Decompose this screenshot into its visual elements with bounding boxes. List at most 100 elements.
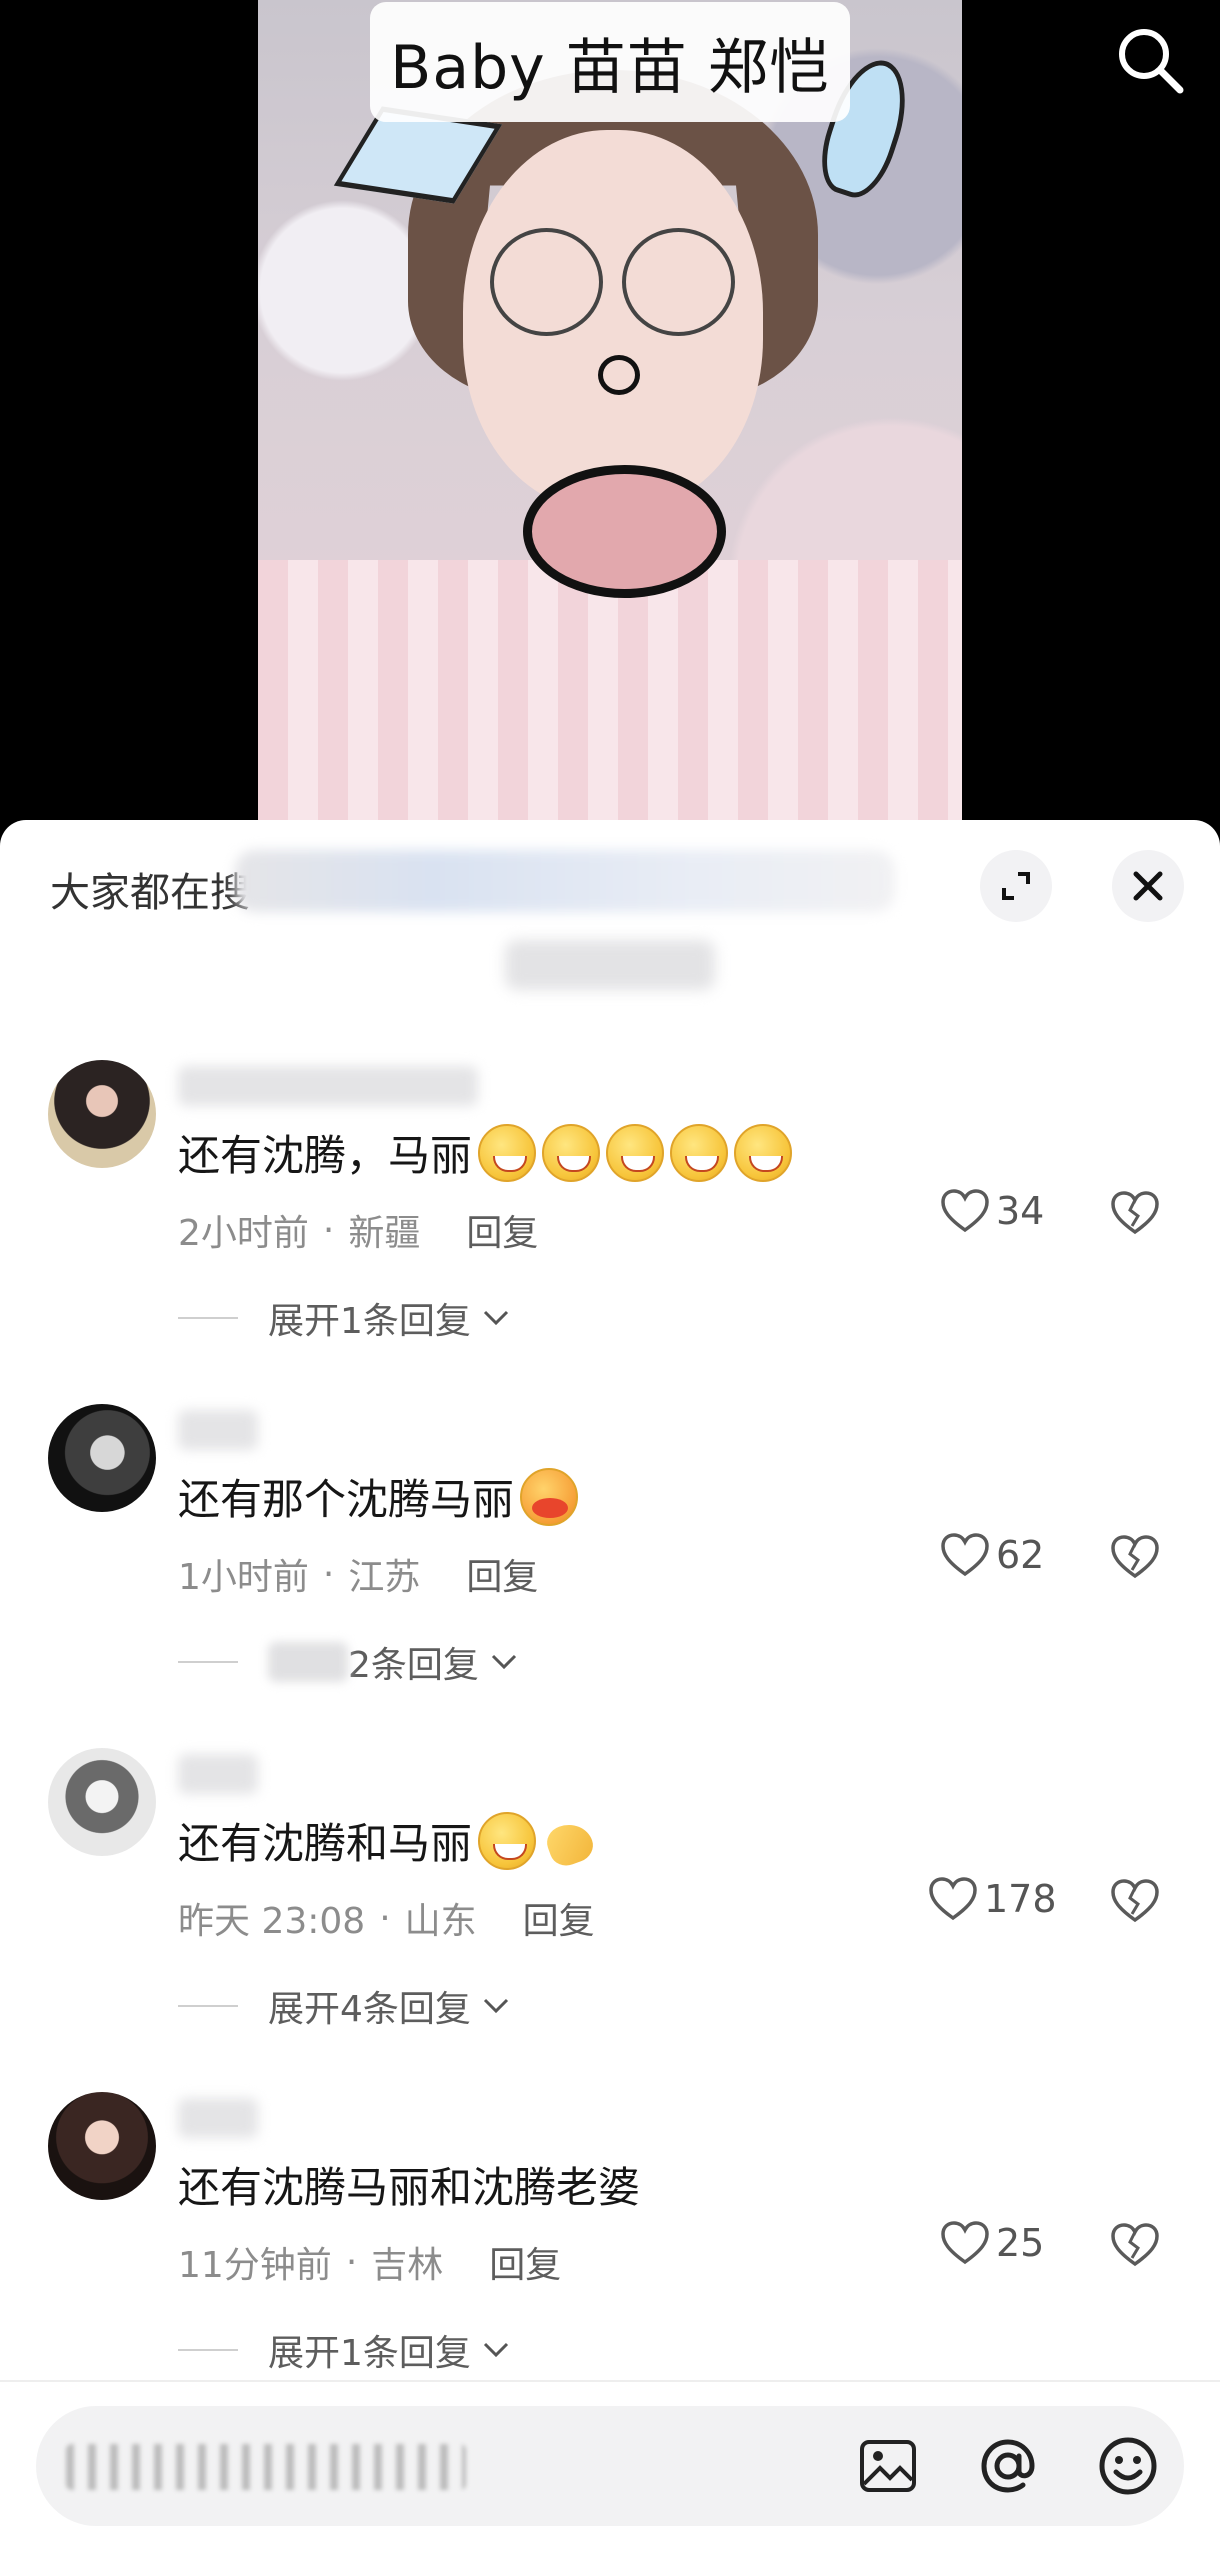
username-blurred[interactable] (178, 1066, 478, 1106)
comment-text: 还有沈腾马丽和沈腾老婆 (178, 2154, 640, 2215)
search-button[interactable] (1110, 20, 1190, 100)
emoji-kiss (520, 1467, 579, 1526)
comment-text-content: 还有沈腾，马丽 (178, 1131, 473, 1180)
divider-line (178, 2005, 238, 2007)
comment-meta: 1小时前 · 江苏 回复 (178, 1548, 538, 1600)
expand-replies-label: 2条回复 (348, 1645, 479, 1686)
reply-button[interactable]: 回复 (466, 1204, 538, 1256)
video-pajama (258, 560, 962, 830)
expand-icon (1002, 872, 1030, 900)
chevron-down-icon (491, 1654, 516, 1670)
at-icon (981, 2439, 1035, 2493)
like-count: 34 (996, 1189, 1045, 1233)
chevron-down-icon (483, 1310, 508, 1326)
broken-heart-icon (1111, 1879, 1159, 1923)
divider-line (178, 2349, 238, 2351)
chevron-down-icon (483, 2342, 508, 2358)
comment-text: 还有沈腾和马丽 (178, 1810, 600, 1871)
expand-label-blurred (268, 1642, 348, 1682)
expand-replies[interactable]: 展开1条回复 (178, 1292, 511, 1344)
avatar[interactable] (48, 1748, 156, 1856)
like-button[interactable]: 25 (940, 2220, 1044, 2266)
divider-line (178, 1661, 238, 1663)
chevron-down-icon (483, 1998, 508, 2014)
username-blurred[interactable] (178, 2098, 258, 2138)
comment-meta: 昨天 23:08 · 山东 回复 (178, 1892, 595, 1944)
emoji-smile (542, 1123, 601, 1182)
like-count: 25 (996, 2221, 1045, 2265)
comment-count-blurred (505, 940, 715, 990)
expand-replies[interactable]: 展开4条回复 (178, 1980, 511, 2032)
close-button[interactable] (1112, 850, 1184, 922)
dislike-button[interactable] (1110, 1878, 1160, 1928)
comment-location: 山东 (404, 1901, 477, 1942)
emoji-smile (478, 1123, 537, 1182)
broken-heart-icon (1111, 2223, 1159, 2267)
comment-time: 11分钟前 (178, 2245, 332, 2286)
search-icon (1119, 29, 1184, 94)
dislike-button[interactable] (1110, 1190, 1160, 1240)
broken-heart-icon (1111, 1535, 1159, 1579)
expand-replies[interactable]: 2条回复 (178, 1636, 519, 1688)
video-player[interactable]: Baby 苗苗 郑恺 (0, 0, 1220, 830)
meta-separator: · (379, 1897, 391, 1939)
reply-button[interactable]: 回复 (523, 1892, 595, 1944)
like-button[interactable]: 34 (940, 1188, 1044, 1234)
avatar[interactable] (48, 2092, 156, 2200)
video-glasses-lens (622, 228, 735, 336)
comment-time: 2小时前 (178, 1213, 309, 1254)
image-icon (860, 2440, 916, 2492)
like-count: 62 (996, 1533, 1045, 1577)
like-count: 178 (984, 1877, 1057, 1921)
video-mouth-sticker (523, 465, 726, 598)
avatar[interactable] (48, 1404, 156, 1512)
comment-time: 昨天 23:08 (178, 1901, 366, 1942)
broken-heart-icon (1111, 1191, 1159, 1235)
video-nose-sticker (598, 355, 640, 395)
emoji-grin (478, 1811, 537, 1870)
insert-image-button[interactable] (850, 2428, 926, 2504)
heart-icon (941, 1533, 989, 1577)
emoji-sweat-grin (734, 1123, 793, 1182)
comment-text-content: 还有沈腾马丽和沈腾老婆 (178, 2163, 641, 2212)
heart-icon (941, 2221, 989, 2265)
close-icon (1133, 871, 1163, 901)
meta-separator: · (322, 1553, 335, 1595)
username-blurred[interactable] (178, 1754, 258, 1794)
expand-replies-label: 展开1条回复 (268, 2333, 471, 2374)
comment-meta: 2小时前 · 新疆 回复 (178, 1204, 538, 1256)
emoji-button[interactable] (1090, 2428, 1166, 2504)
expand-replies[interactable]: 展开1条回复 (178, 2324, 511, 2376)
comment-time: 1小时前 (178, 1557, 309, 1598)
emoji-ok-hand (542, 1812, 600, 1870)
emoji-sweat-grin (670, 1123, 729, 1182)
meta-separator: · (322, 1209, 335, 1251)
divider-line (178, 1317, 238, 1319)
mention-button[interactable] (970, 2428, 1046, 2504)
expand-replies-label: 展开4条回复 (268, 1989, 471, 2030)
dislike-button[interactable] (1110, 1534, 1160, 1584)
comment-text: 还有沈腾，马丽 (178, 1122, 793, 1183)
emoji-sweat-grin (606, 1123, 665, 1182)
comment-sheet-header: 大家都在搜 (0, 820, 1220, 990)
comment-text-content: 还有那个沈腾马丽 (178, 1475, 515, 1524)
comment-input-placeholder-blurred (66, 2444, 466, 2490)
heart-icon (929, 1877, 977, 1921)
expand-button[interactable] (980, 850, 1052, 922)
search-hint-blurred[interactable] (235, 850, 895, 912)
reply-button[interactable]: 回复 (489, 2236, 561, 2288)
video-title: Baby 苗苗 郑恺 (370, 2, 850, 122)
search-hint-label[interactable]: 大家都在搜 (50, 860, 250, 918)
video-glasses (490, 228, 735, 336)
avatar[interactable] (48, 1060, 156, 1168)
reply-button[interactable]: 回复 (466, 1548, 538, 1600)
like-button[interactable]: 62 (940, 1532, 1044, 1578)
comment-input-bar (0, 2380, 1220, 2558)
comment-meta: 11分钟前 · 吉林 回复 (178, 2236, 561, 2288)
dislike-button[interactable] (1110, 2222, 1160, 2272)
smiley-icon (1099, 2437, 1157, 2495)
like-button[interactable]: 178 (928, 1876, 1057, 1922)
username-blurred[interactable] (178, 1410, 258, 1450)
comment-input[interactable] (36, 2406, 1184, 2526)
comment-location: 新疆 (348, 1213, 421, 1254)
